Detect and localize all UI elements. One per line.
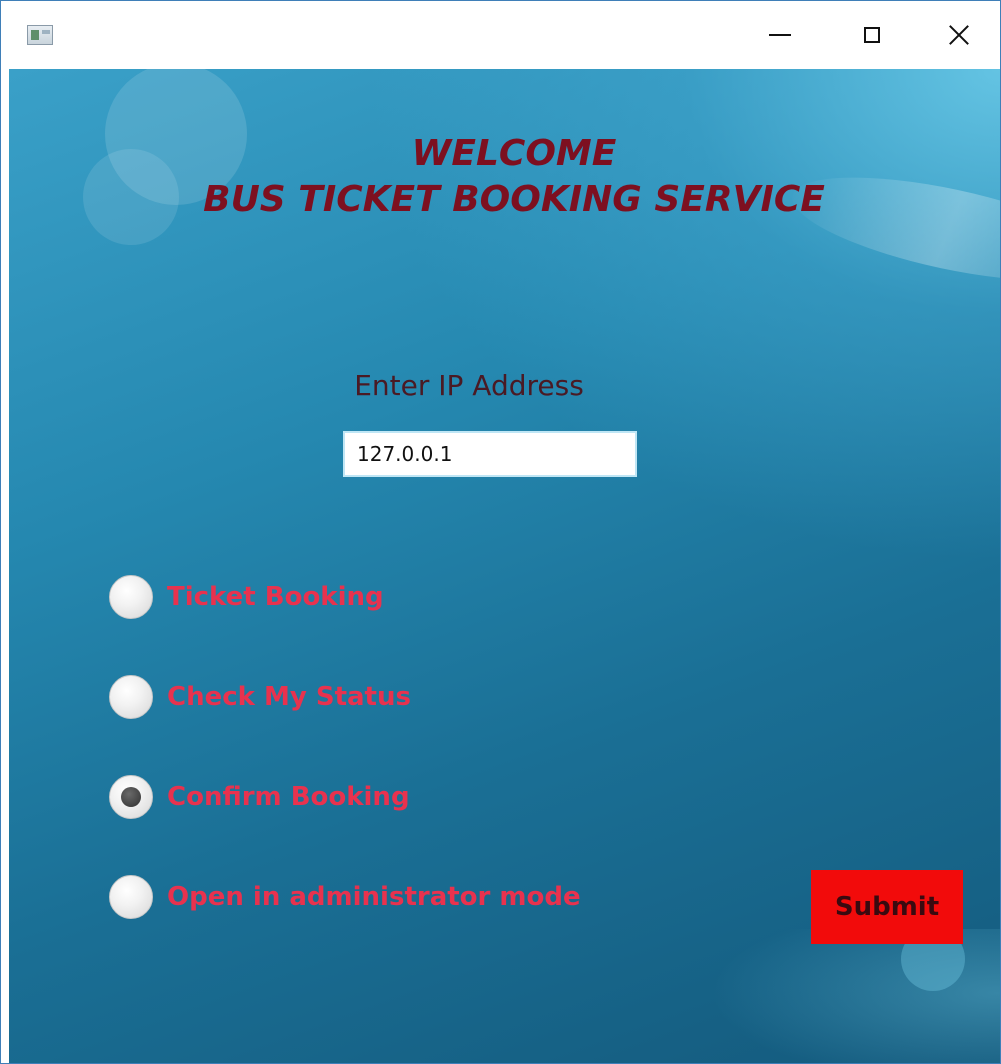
radio-dot [121, 787, 141, 807]
option-label[interactable]: Ticket Booking [167, 582, 384, 612]
ip-address-label: Enter IP Address [354, 369, 584, 402]
maximize-icon [864, 27, 880, 43]
submit-button[interactable]: Submit [811, 870, 963, 944]
app-window-icon[interactable] [27, 25, 53, 45]
maximize-button[interactable] [826, 1, 918, 69]
minimize-icon [769, 34, 791, 36]
radio-button[interactable] [109, 875, 153, 919]
welcome-line: WELCOME [411, 133, 617, 174]
option-label[interactable]: Confirm Booking [167, 782, 410, 812]
close-icon [948, 24, 970, 46]
minimize-button[interactable] [734, 1, 826, 69]
app-window: WELCOME BUS TICKET BOOKING SERVICE Enter… [0, 0, 1001, 1064]
welcome-heading: WELCOME BUS TICKET BOOKING SERVICE [9, 131, 1000, 223]
option-check-my-status[interactable]: Check My Status [109, 673, 411, 721]
option-ticket-booking[interactable]: Ticket Booking [109, 573, 384, 621]
close-button[interactable] [918, 1, 1000, 69]
service-title: BUS TICKET BOOKING SERVICE [203, 179, 825, 220]
option-label[interactable]: Check My Status [167, 682, 411, 712]
title-bar[interactable] [1, 1, 1000, 69]
main-content: WELCOME BUS TICKET BOOKING SERVICE Enter… [9, 69, 1000, 1063]
radio-button[interactable] [109, 775, 153, 819]
option-label[interactable]: Open in administrator mode [167, 882, 581, 912]
option-confirm-booking[interactable]: Confirm Booking [109, 773, 410, 821]
option-administrator-mode[interactable]: Open in administrator mode [109, 873, 581, 921]
radio-button[interactable] [109, 575, 153, 619]
radio-button[interactable] [109, 675, 153, 719]
ip-address-input[interactable] [343, 431, 637, 477]
